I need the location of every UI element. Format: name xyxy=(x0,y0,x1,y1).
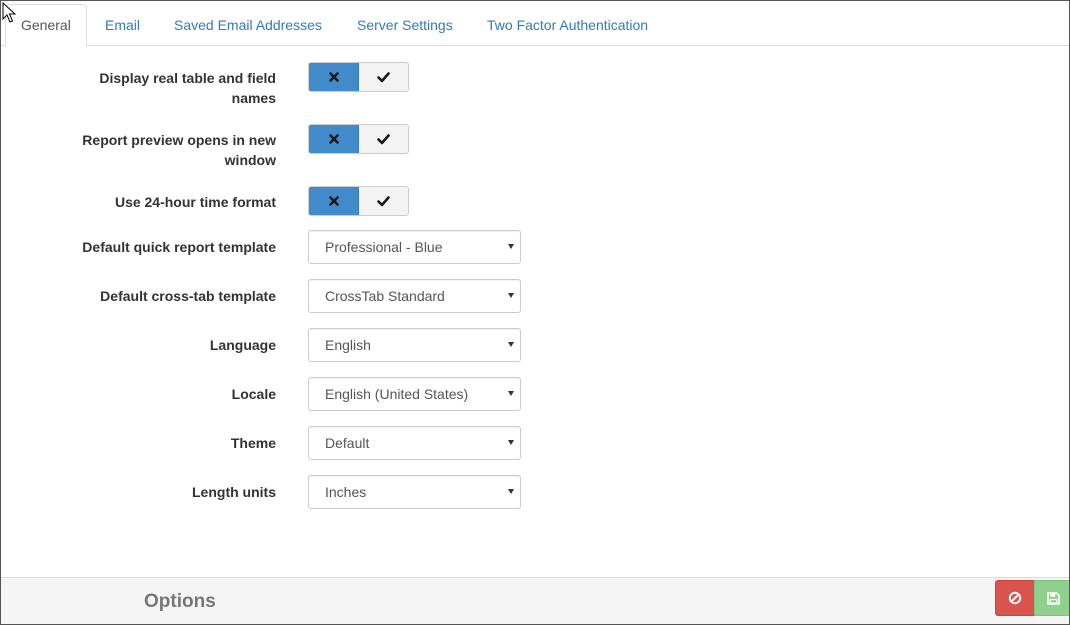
tab-server-settings[interactable]: Server Settings xyxy=(357,5,453,45)
toggle-on-option[interactable] xyxy=(359,125,408,153)
save-button[interactable] xyxy=(1034,580,1069,616)
settings-panel: General Email Saved Email Addresses Serv… xyxy=(0,0,1070,625)
time-format-label: Use 24-hour time format xyxy=(114,194,276,210)
display-real-names-toggle[interactable] xyxy=(308,62,409,92)
toggle-off-option[interactable] xyxy=(309,125,359,153)
locale-select[interactable]: English (United States) xyxy=(308,377,521,411)
cross-tab-template-select[interactable]: CrossTab Standard xyxy=(308,279,521,313)
select-value: Default xyxy=(325,435,370,451)
x-icon xyxy=(328,72,339,82)
mouse-pointer-icon xyxy=(2,2,16,23)
toggle-on-option[interactable] xyxy=(359,63,408,91)
floppy-disk-icon xyxy=(1046,591,1060,605)
select-value: English xyxy=(325,337,371,353)
theme-select[interactable]: Default xyxy=(308,426,521,460)
length-units-select[interactable]: Inches xyxy=(308,475,521,509)
report-preview-toggle[interactable] xyxy=(308,124,409,154)
quick-report-template-select[interactable]: Professional - Blue xyxy=(308,230,521,264)
tab-email[interactable]: Email xyxy=(105,5,140,45)
check-icon xyxy=(377,133,390,144)
select-value: Inches xyxy=(325,484,367,500)
caret-down-icon xyxy=(508,440,514,445)
toggle-on-option[interactable] xyxy=(359,187,408,215)
tab-general[interactable]: General xyxy=(5,4,87,47)
locale-label: Locale xyxy=(231,386,276,402)
tab-two-factor-authentication[interactable]: Two Factor Authentication xyxy=(487,5,648,45)
language-select[interactable]: English xyxy=(308,328,521,362)
x-icon xyxy=(328,196,339,206)
toggle-off-option[interactable] xyxy=(309,187,359,215)
caret-down-icon xyxy=(508,391,514,396)
caret-down-icon xyxy=(508,342,514,347)
select-value: Professional - Blue xyxy=(325,239,443,255)
options-title: Options xyxy=(144,591,216,612)
select-value: CrossTab Standard xyxy=(325,288,445,304)
language-label: Language xyxy=(209,337,276,353)
options-footer: Options xyxy=(1,577,1069,624)
tab-bar: General Email Saved Email Addresses Serv… xyxy=(1,1,1069,47)
caret-down-icon xyxy=(508,244,514,249)
select-value: English (United States) xyxy=(325,386,469,402)
cancel-button[interactable] xyxy=(995,580,1035,616)
caret-down-icon xyxy=(508,293,514,298)
x-icon xyxy=(328,134,339,144)
display-real-names-label: Display real table and field names xyxy=(99,70,276,106)
ban-icon xyxy=(1008,591,1022,605)
caret-down-icon xyxy=(508,489,514,494)
cross-tab-template-label: Default cross-tab template xyxy=(100,288,276,304)
time-format-toggle[interactable] xyxy=(308,186,409,216)
quick-report-template-label: Default quick report template xyxy=(82,239,276,255)
length-units-label: Length units xyxy=(192,484,276,500)
theme-label: Theme xyxy=(230,435,276,451)
toggle-off-option[interactable] xyxy=(309,63,359,91)
report-preview-label: Report preview opens in new window xyxy=(82,132,276,168)
check-icon xyxy=(377,71,390,82)
check-icon xyxy=(377,195,390,206)
tab-saved-email-addresses[interactable]: Saved Email Addresses xyxy=(174,5,322,45)
